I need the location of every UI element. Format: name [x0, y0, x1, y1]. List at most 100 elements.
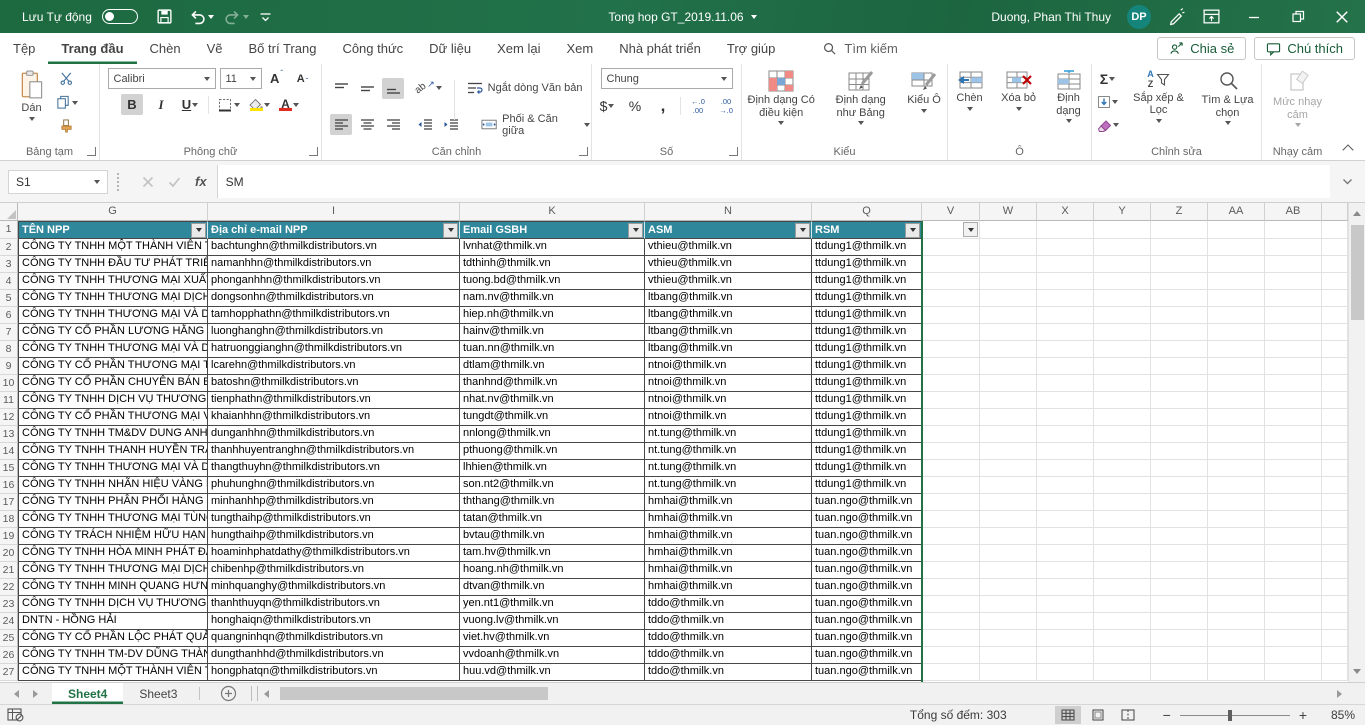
- empty-cell[interactable]: [922, 256, 980, 273]
- empty-cell[interactable]: [1037, 290, 1094, 307]
- tab-developer[interactable]: Nhà phát triển: [606, 33, 714, 64]
- alignment-dialog-launcher[interactable]: [579, 147, 588, 156]
- empty-cell[interactable]: [1208, 579, 1265, 596]
- empty-cell[interactable]: [1037, 494, 1094, 511]
- select-all-corner[interactable]: [0, 203, 18, 221]
- currency-button[interactable]: $: [596, 95, 618, 116]
- empty-cell[interactable]: [1094, 613, 1151, 630]
- empty-cell[interactable]: [1208, 562, 1265, 579]
- cell[interactable]: thangthuyhn@thmilkdistributors.vn: [208, 460, 460, 477]
- merge-center-button[interactable]: Phối & Căn giữa: [480, 114, 591, 135]
- empty-cell[interactable]: [1151, 273, 1208, 290]
- tab-file[interactable]: Tệp: [0, 33, 48, 64]
- cell[interactable]: ttdung1@thmilk.vn: [812, 460, 922, 477]
- empty-cell[interactable]: [1265, 409, 1322, 426]
- cell[interactable]: nt.tung@thmilk.vn: [645, 426, 812, 443]
- empty-cell[interactable]: [922, 511, 980, 528]
- cell[interactable]: phonganhhn@thmilkdistributors.vn: [208, 273, 460, 290]
- empty-cell[interactable]: [1037, 596, 1094, 613]
- cell[interactable]: tuan.ngo@thmilk.vn: [812, 647, 922, 664]
- cell[interactable]: son.nt2@thmilk.vn: [460, 477, 645, 494]
- empty-cell[interactable]: [1037, 358, 1094, 375]
- table-header-cell[interactable]: TÊN NPP: [18, 221, 208, 239]
- empty-cell[interactable]: [1151, 511, 1208, 528]
- empty-cell[interactable]: [980, 511, 1037, 528]
- cell[interactable]: CÔNG TY TNHH THƯƠNG MẠI TÙNG: [18, 511, 208, 528]
- insert-cells-button[interactable]: Chèn: [948, 68, 991, 138]
- clear-button[interactable]: [1096, 114, 1120, 135]
- cell[interactable]: chibenhp@thmilkdistributors.vn: [208, 562, 460, 579]
- cell[interactable]: khaianhhn@thmilkdistributors.vn: [208, 409, 460, 426]
- cell[interactable]: lhhien@thmilk.vn: [460, 460, 645, 477]
- empty-cell[interactable]: [922, 358, 980, 375]
- empty-cell[interactable]: [922, 545, 980, 562]
- empty-cell[interactable]: [980, 494, 1037, 511]
- cell[interactable]: CÔNG TY TNHH HÒA MINH PHÁT ĐẠ: [18, 545, 208, 562]
- empty-cell[interactable]: [1037, 221, 1094, 239]
- normal-view-button[interactable]: [1055, 706, 1081, 724]
- cell[interactable]: hainv@thmilk.vn: [460, 324, 645, 341]
- empty-cell[interactable]: [1208, 596, 1265, 613]
- row-header-21[interactable]: 21: [0, 562, 18, 579]
- page-break-view-button[interactable]: [1115, 706, 1141, 724]
- name-box[interactable]: S1: [8, 170, 108, 194]
- shrink-font-button[interactable]: Aˇ: [292, 68, 314, 89]
- empty-cell[interactable]: [922, 443, 980, 460]
- empty-cell[interactable]: [1037, 409, 1094, 426]
- scroll-left-icon[interactable]: [258, 690, 275, 698]
- empty-cell[interactable]: [1151, 460, 1208, 477]
- cell[interactable]: ttdung1@thmilk.vn: [812, 426, 922, 443]
- cell[interactable]: tuan.ngo@thmilk.vn: [812, 494, 922, 511]
- table-header-cell[interactable]: RSM: [812, 221, 922, 239]
- column-header-I[interactable]: I: [208, 203, 460, 221]
- font-dialog-launcher[interactable]: [309, 147, 318, 156]
- empty-cell[interactable]: [1094, 630, 1151, 647]
- empty-cell[interactable]: [1037, 613, 1094, 630]
- cell[interactable]: tuan.ngo@thmilk.vn: [812, 545, 922, 562]
- column-header-AA[interactable]: AA: [1208, 203, 1265, 221]
- empty-cell[interactable]: [1151, 239, 1208, 256]
- empty-cell[interactable]: [1265, 579, 1322, 596]
- align-center-button[interactable]: [356, 114, 378, 135]
- cell[interactable]: CÔNG TY CỔ PHẦN THƯƠNG MẠI TH: [18, 358, 208, 375]
- scroll-up-icon[interactable]: [1349, 205, 1365, 222]
- empty-cell[interactable]: [1151, 630, 1208, 647]
- row-header-13[interactable]: 13: [0, 426, 18, 443]
- empty-cell[interactable]: [1094, 579, 1151, 596]
- empty-cell[interactable]: [1037, 273, 1094, 290]
- empty-cell[interactable]: [980, 647, 1037, 664]
- cell[interactable]: nt.tung@thmilk.vn: [645, 460, 812, 477]
- sort-filter-button[interactable]: AZ Sắp xếp & Lọc: [1127, 68, 1191, 138]
- cell[interactable]: dtlam@thmilk.vn: [460, 358, 645, 375]
- zoom-slider-thumb[interactable]: [1228, 710, 1232, 721]
- empty-cell[interactable]: [1094, 443, 1151, 460]
- empty-cell[interactable]: [1208, 375, 1265, 392]
- cell[interactable]: ltbang@thmilk.vn: [645, 341, 812, 358]
- cell[interactable]: pthuong@thmilk.vn: [460, 443, 645, 460]
- cell-styles-button[interactable]: Kiểu Ô: [901, 68, 947, 138]
- cell[interactable]: tuong.bd@thmilk.vn: [460, 273, 645, 290]
- column-header-Q[interactable]: Q: [812, 203, 922, 221]
- row-header-22[interactable]: 22: [0, 579, 18, 596]
- empty-cell[interactable]: [922, 494, 980, 511]
- empty-cell[interactable]: [1151, 324, 1208, 341]
- empty-cell[interactable]: [1094, 494, 1151, 511]
- cell[interactable]: nhat.nv@thmilk.vn: [460, 392, 645, 409]
- cell[interactable]: ntnoi@thmilk.vn: [645, 409, 812, 426]
- empty-cell[interactable]: [1151, 596, 1208, 613]
- format-as-table-button[interactable]: Định dạng như Bảng: [824, 68, 897, 138]
- cell[interactable]: tddo@thmilk.vn: [645, 664, 812, 681]
- empty-cell[interactable]: [1265, 256, 1322, 273]
- empty-cell[interactable]: [980, 664, 1037, 681]
- empty-cell[interactable]: [1265, 596, 1322, 613]
- empty-cell[interactable]: [1037, 477, 1094, 494]
- row-header-17[interactable]: 17: [0, 494, 18, 511]
- close-button[interactable]: [1335, 10, 1349, 24]
- cell[interactable]: hatruonggianghn@thmilkdistributors.vn: [208, 341, 460, 358]
- empty-cell[interactable]: [1265, 358, 1322, 375]
- cell[interactable]: thanhthuyqn@thmilkdistributors.vn: [208, 596, 460, 613]
- cut-button[interactable]: [55, 68, 79, 89]
- empty-cell[interactable]: [1208, 358, 1265, 375]
- formula-bar-expand-icon[interactable]: [1342, 175, 1353, 189]
- empty-cell[interactable]: [1037, 647, 1094, 664]
